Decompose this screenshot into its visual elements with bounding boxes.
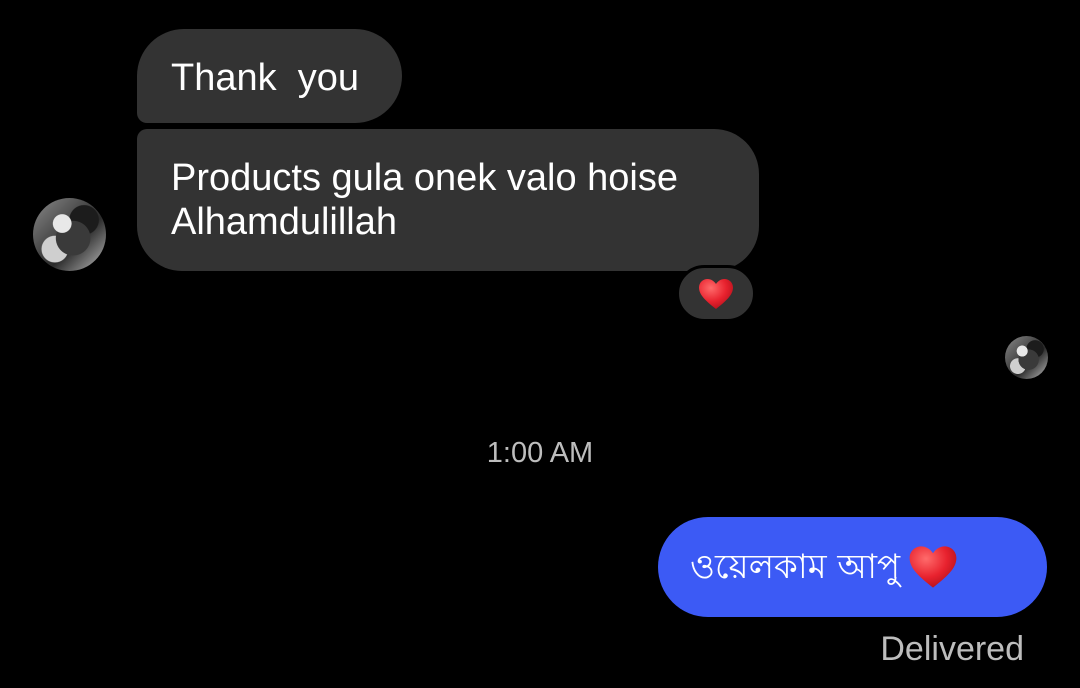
delivery-status: Delivered (880, 630, 1024, 668)
message-text-line: Alhamdulillah (171, 201, 398, 243)
message-text: ওয়েলকাম আপু (690, 547, 901, 587)
red-heart-icon (908, 545, 958, 589)
contact-avatar[interactable] (33, 198, 106, 271)
message-text: Thank you (171, 57, 359, 99)
incoming-message-bubble[interactable]: Products gula onek valo hoise Alhamdulil… (137, 129, 759, 271)
outgoing-message-bubble[interactable]: ওয়েলকাম আপু (658, 517, 1047, 617)
seen-avatar (1005, 336, 1048, 379)
message-timestamp: 1:00 AM (486, 437, 594, 469)
message-text-line: Products gula onek valo hoise (171, 157, 678, 199)
red-heart-icon (698, 278, 734, 310)
reaction-badge[interactable] (676, 265, 756, 322)
incoming-message-bubble[interactable]: Thank you (137, 29, 402, 123)
